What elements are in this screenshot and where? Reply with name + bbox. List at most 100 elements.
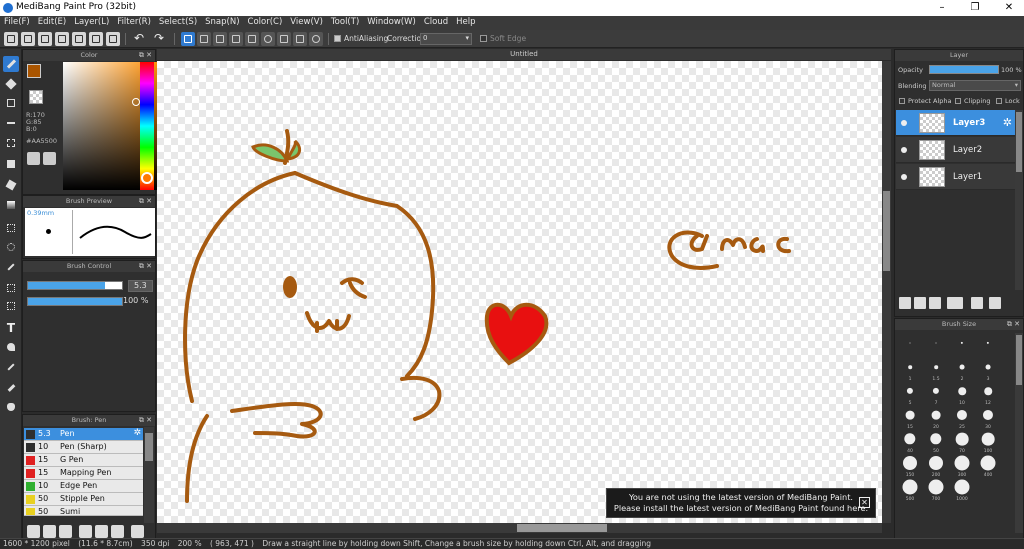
brush-size-cell[interactable]: 7 [924,381,948,406]
color-history-icon[interactable] [43,152,56,165]
scrollbar-thumb[interactable] [1016,335,1022,385]
gear-icon[interactable]: ✲ [1003,116,1012,129]
snap-radial-icon[interactable] [245,32,259,46]
eye-icon[interactable] [901,120,907,126]
brush-item-pen[interactable]: 5.3 Pen ✲ [24,428,143,441]
scrollbar-thumb[interactable] [517,524,607,532]
brush-size-cell[interactable]: 1 [898,357,922,382]
canvas-vertical-scrollbar[interactable] [882,61,891,523]
add-brush-menu-icon[interactable] [59,525,72,538]
minimize-button[interactable]: – [935,1,949,15]
brush-size-cell[interactable]: 3 [976,357,1000,382]
brush-size-cell[interactable]: 15 [898,405,922,430]
snap-settings-icon[interactable] [309,32,323,46]
brush-size-cell[interactable]: 200 [924,453,948,478]
hue-slider[interactable] [140,62,154,190]
chat-icon[interactable] [38,32,52,46]
rectangle-tool-icon[interactable] [3,95,19,111]
redo-icon[interactable]: ↷ [152,32,166,46]
panel-close-icon[interactable]: ⧉ ✕ [139,261,152,272]
close-icon[interactable]: ✕ [859,497,870,508]
menu-cloud[interactable]: Cloud [420,16,452,27]
brush-size-cell[interactable]: 2 [950,357,974,382]
protect-alpha-checkbox[interactable] [899,98,905,104]
layer-row-layer1[interactable]: Layer1 [896,164,1015,190]
menu-edit[interactable]: Edit(E) [34,16,70,27]
drawing-canvas[interactable] [157,61,882,523]
layer-list-scrollbar[interactable] [1015,110,1023,290]
brush-tool-icon[interactable] [3,56,19,72]
move-tool-icon[interactable] [3,135,19,151]
divide-tool-icon[interactable] [3,359,19,375]
new-1bit-layer-icon[interactable] [929,297,941,309]
brush-size-scrollbar[interactable] [1015,333,1023,533]
menu-file[interactable]: File(F) [0,16,34,27]
scrollbar-thumb[interactable] [145,433,153,461]
snap-off-icon[interactable] [181,32,195,46]
select-pen-icon[interactable] [3,280,19,296]
select-tool-icon[interactable] [3,220,19,236]
menu-snap[interactable]: Snap(N) [201,16,243,27]
transparent-color-swatch[interactable] [29,90,43,104]
brush-item-stipple-pen[interactable]: 50 Stipple Pen [24,493,143,506]
snap-parallel-icon[interactable] [197,32,211,46]
brush-duplicate-icon[interactable] [111,525,124,538]
brush-size-cell[interactable]: 5 [898,381,922,406]
close-button[interactable]: ✕ [1002,1,1016,15]
select-eraser-icon[interactable] [3,298,19,314]
panel-close-icon[interactable]: ⧉ ✕ [139,196,152,207]
brush-size-cell[interactable]: 40 [898,429,922,454]
eye-icon[interactable] [901,147,907,153]
new-halftone-layer-icon[interactable] [914,297,926,309]
brush-size-cell[interactable]: 25 [950,405,974,430]
brush-size-cell[interactable]: 70 [950,429,974,454]
snap-circle-icon[interactable] [261,32,275,46]
undo-icon[interactable]: ↶ [132,32,146,46]
brush-settings-icon[interactable] [27,525,40,538]
gear-icon[interactable]: ✲ [133,428,141,438]
brush-size-cell[interactable]: 300 [950,453,974,478]
panel-close-icon[interactable]: ⧉ ✕ [139,50,152,61]
brush-size-cell[interactable]: 20 [924,405,948,430]
text-tool-icon[interactable]: T [3,320,19,336]
brush-size-cell[interactable] [950,333,974,358]
update-notification[interactable]: You are not using the latest version of … [606,488,876,518]
snap-cross-icon[interactable] [229,32,243,46]
trash-icon[interactable] [131,525,144,538]
add-layer-menu-icon[interactable] [947,297,963,309]
snap-grid-icon[interactable] [213,32,227,46]
brush-size-cell[interactable] [924,333,948,358]
cloud-icon[interactable] [4,32,18,46]
eraser-tool-icon[interactable] [3,76,19,92]
hue-slider-marker[interactable] [141,172,153,184]
canvas-tab[interactable]: Untitled [157,49,891,60]
menu-window[interactable]: Window(W) [363,16,420,27]
lock-checkbox[interactable] [996,98,1002,104]
antialiasing-checkbox[interactable] [334,35,341,42]
scrollbar-thumb[interactable] [883,191,890,271]
panel-close-icon[interactable]: ⧉ ✕ [139,415,152,426]
operation-tool-icon[interactable] [3,339,19,355]
canvas-horizontal-scrollbar[interactable] [157,523,882,533]
export-icon[interactable] [21,32,35,46]
brush-item-pen-sharp[interactable]: 10 Pen (Sharp) [24,441,143,454]
snap-perspective-icon[interactable] [293,32,307,46]
layer-opacity-slider[interactable] [929,65,999,74]
brush-copy-icon[interactable] [79,525,92,538]
message-icon[interactable] [55,32,69,46]
layer-row-layer3[interactable]: Layer3 ✲ [896,110,1015,136]
menu-help[interactable]: Help [452,16,479,27]
bucket-tool-icon[interactable] [3,177,19,193]
snap-curve-icon[interactable] [277,32,291,46]
brush-list-scrollbar[interactable] [144,427,154,523]
lasso-tool-icon[interactable] [3,239,19,255]
foreground-color-swatch[interactable] [27,64,41,78]
brush-item-mapping-pen[interactable]: 15 Mapping Pen [24,467,143,480]
eyedropper-icon[interactable] [3,380,19,396]
hand-tool-icon[interactable] [3,399,19,415]
brush-size-cell[interactable] [976,333,1000,358]
layer-row-layer2[interactable]: Layer2 [896,137,1015,163]
brush-size-cell[interactable]: 50 [924,429,948,454]
frame-icon[interactable] [106,32,120,46]
eye-icon[interactable] [901,174,907,180]
